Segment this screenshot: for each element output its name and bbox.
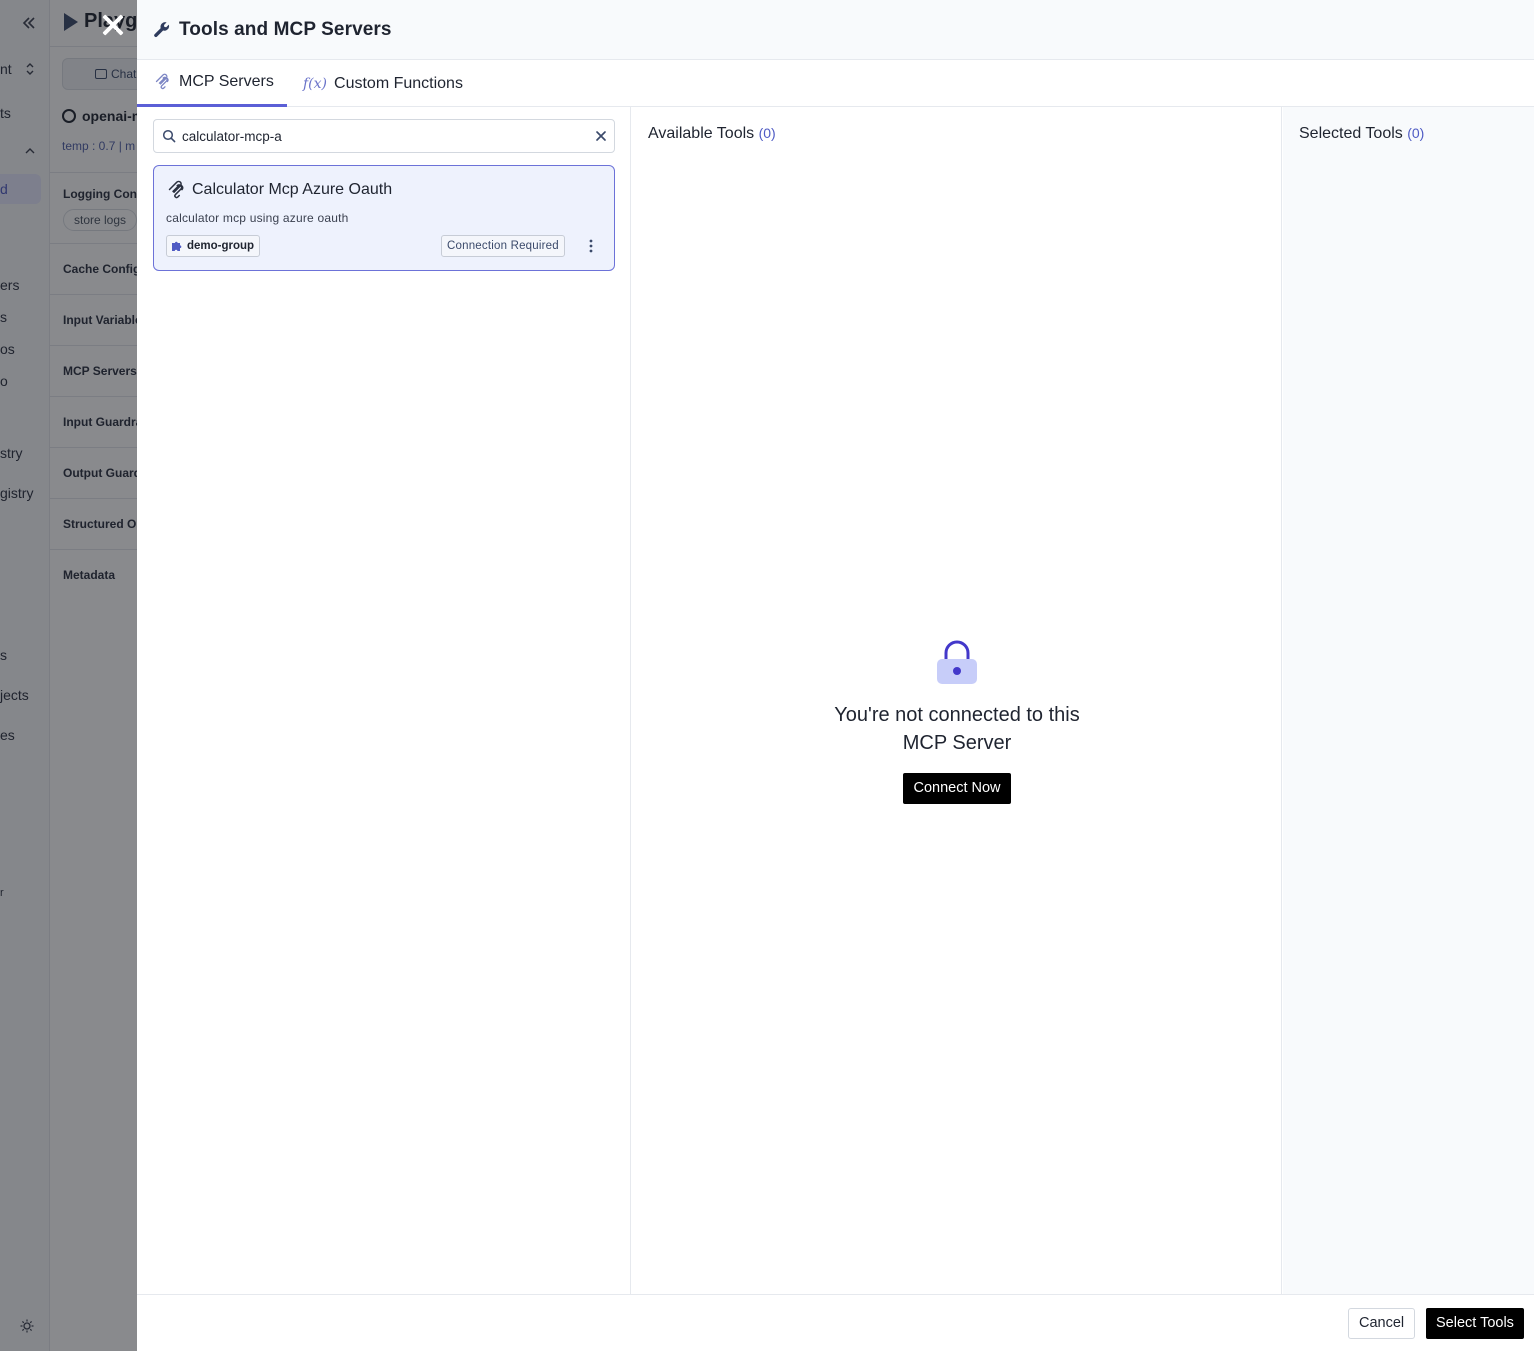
server-description: calculator mcp using azure oauth bbox=[166, 211, 349, 225]
tab-bar: MCP Servers f(x) Custom Functions bbox=[137, 60, 1534, 107]
function-icon: f(x) bbox=[303, 75, 328, 92]
close-icon[interactable] bbox=[100, 12, 126, 38]
selected-tools-panel: Selected Tools (0) bbox=[1283, 107, 1534, 1294]
selected-tools-label: Selected Tools bbox=[1299, 125, 1403, 142]
available-tools-heading: Available Tools (0) bbox=[648, 125, 776, 143]
search-box bbox=[153, 119, 615, 153]
available-tools-panel: Available Tools (0) You're not connected… bbox=[632, 107, 1282, 1294]
not-connected-state: You're not connected to this MCP Server … bbox=[632, 639, 1282, 804]
server-name: Calculator Mcp Azure Oauth bbox=[192, 181, 393, 198]
search-icon bbox=[162, 129, 176, 143]
tab-mcp-servers[interactable]: MCP Servers bbox=[137, 60, 287, 107]
lock-icon bbox=[937, 640, 977, 684]
clear-search-icon[interactable] bbox=[594, 129, 608, 143]
connection-status-badge: Connection Required bbox=[441, 235, 565, 257]
not-connected-message: You're not connected to this MCP Server bbox=[632, 701, 1282, 757]
tab-label: Custom Functions bbox=[334, 74, 463, 92]
more-options-icon[interactable] bbox=[584, 238, 598, 254]
tools-drawer: Tools and MCP Servers MCP Servers f(x) C… bbox=[137, 0, 1534, 1351]
mcp-icon bbox=[155, 73, 169, 90]
drawer-footer: Cancel Select Tools bbox=[137, 1294, 1534, 1351]
group-name: demo-group bbox=[187, 240, 255, 252]
tab-label: MCP Servers bbox=[179, 73, 274, 90]
select-tools-button[interactable]: Select Tools bbox=[1426, 1308, 1524, 1339]
available-tools-label: Available Tools bbox=[648, 125, 755, 142]
selected-tools-heading: Selected Tools (0) bbox=[1299, 125, 1424, 143]
group-badge: demo-group bbox=[166, 235, 261, 257]
tab-custom-functions[interactable]: f(x) Custom Functions bbox=[303, 60, 463, 107]
mcp-server-card[interactable]: Calculator Mcp Azure Oauth calculator mc… bbox=[153, 165, 615, 271]
not-connected-line-2: MCP Server bbox=[902, 732, 1012, 754]
drawer-header: Tools and MCP Servers bbox=[137, 0, 1534, 60]
not-connected-line-1: You're not connected to this bbox=[834, 704, 1080, 726]
puzzle-icon bbox=[172, 241, 182, 251]
selected-tools-count: (0) bbox=[1407, 125, 1425, 141]
mcp-server-icon bbox=[168, 180, 184, 199]
wrench-icon bbox=[154, 21, 170, 37]
available-tools-count: (0) bbox=[758, 125, 776, 141]
connect-now-button[interactable]: Connect Now bbox=[903, 773, 1011, 804]
drawer-title: Tools and MCP Servers bbox=[179, 18, 392, 40]
mcp-server-list-panel: Calculator Mcp Azure Oauth calculator mc… bbox=[137, 107, 631, 1294]
cancel-button[interactable]: Cancel bbox=[1348, 1308, 1416, 1339]
search-input[interactable] bbox=[182, 120, 582, 152]
